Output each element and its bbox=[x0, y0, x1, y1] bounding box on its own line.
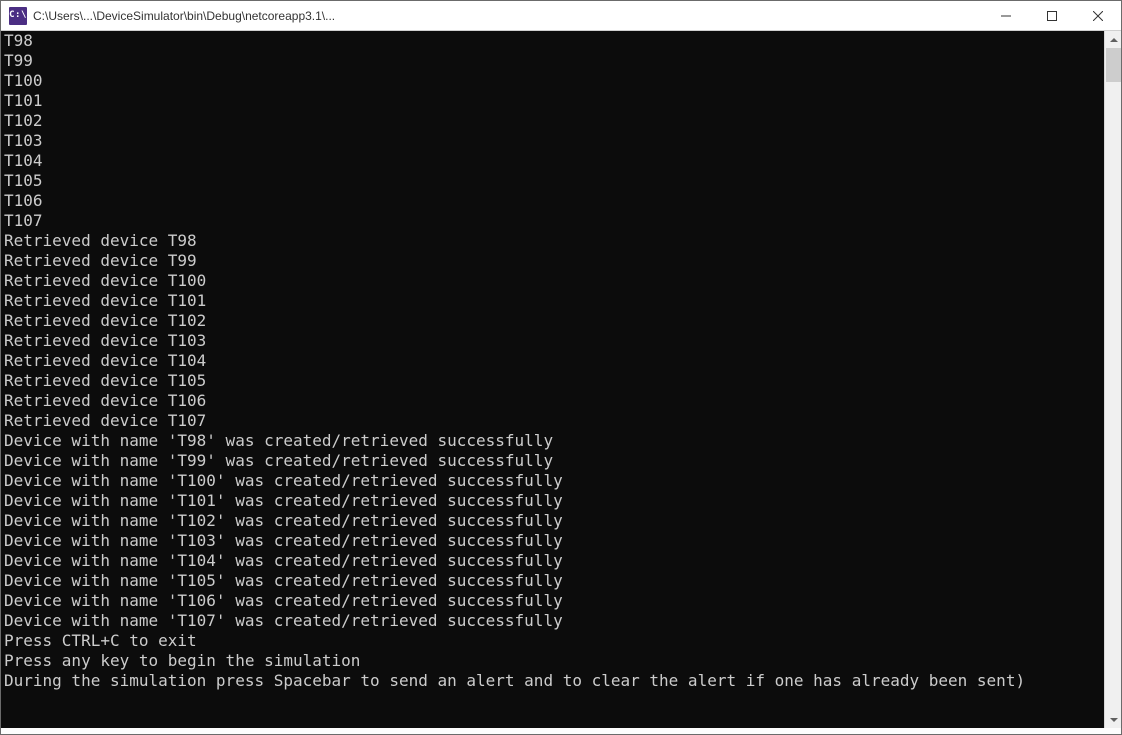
titlebar[interactable]: C:\ C:\Users\...\DeviceSimulator\bin\Deb… bbox=[1, 1, 1121, 31]
window-title: C:\Users\...\DeviceSimulator\bin\Debug\n… bbox=[33, 9, 983, 23]
scroll-up-button[interactable] bbox=[1105, 31, 1122, 48]
chevron-up-icon bbox=[1110, 36, 1118, 44]
close-icon bbox=[1093, 11, 1103, 21]
scroll-thumb[interactable] bbox=[1106, 48, 1121, 82]
chevron-down-icon bbox=[1110, 716, 1118, 724]
console-output[interactable]: T98 T99 T100 T101 T102 T103 T104 T105 T1… bbox=[1, 31, 1104, 728]
vertical-scrollbar[interactable] bbox=[1104, 31, 1121, 728]
console-window: C:\ C:\Users\...\DeviceSimulator\bin\Deb… bbox=[0, 0, 1122, 735]
app-icon: C:\ bbox=[9, 7, 27, 25]
bottom-border-strip bbox=[1, 728, 1121, 734]
close-button[interactable] bbox=[1075, 1, 1121, 31]
scroll-down-button[interactable] bbox=[1105, 711, 1122, 728]
minimize-icon bbox=[1001, 11, 1011, 21]
client-area: T98 T99 T100 T101 T102 T103 T104 T105 T1… bbox=[1, 31, 1121, 728]
minimize-button[interactable] bbox=[983, 1, 1029, 31]
maximize-icon bbox=[1047, 11, 1057, 21]
maximize-button[interactable] bbox=[1029, 1, 1075, 31]
app-icon-text: C:\ bbox=[9, 11, 27, 20]
